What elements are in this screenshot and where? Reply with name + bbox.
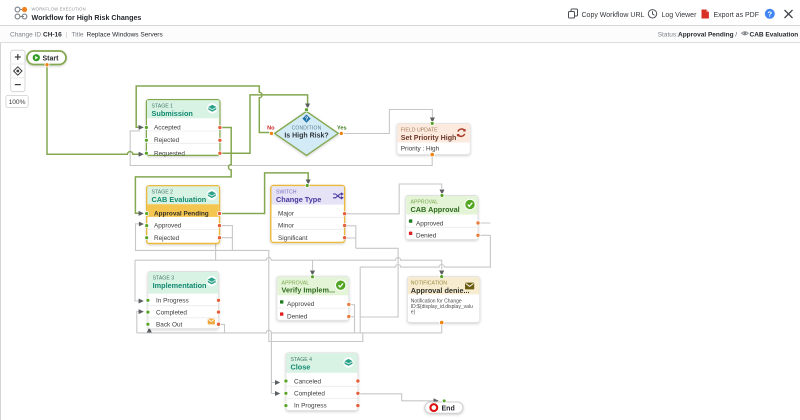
svg-text:In Progress: In Progress	[156, 298, 189, 305]
svg-text:Replace Windows Servers: Replace Windows Servers	[87, 32, 164, 39]
svg-text:Status:: Status:	[658, 32, 678, 39]
svg-text:Workflow for High Risk Changes: Workflow for High Risk Changes	[32, 14, 142, 22]
svg-text:Close: Close	[291, 362, 311, 371]
svg-text:Approval Pending: Approval Pending	[678, 32, 734, 39]
svg-text:/: /	[735, 32, 737, 39]
svg-text:Set Priority High: Set Priority High	[401, 134, 457, 142]
svg-text:Yes: Yes	[337, 125, 347, 131]
svg-text:Log Viewer: Log Viewer	[662, 12, 698, 19]
svg-text:Denied: Denied	[416, 233, 437, 240]
svg-text:Canceled: Canceled	[294, 378, 321, 385]
svg-text:?: ?	[305, 117, 308, 123]
svg-text:Change Type: Change Type	[276, 195, 321, 204]
svg-text:|: |	[66, 32, 68, 39]
svg-text:Is High Risk?: Is High Risk?	[284, 133, 328, 140]
svg-text:CAB Evaluation: CAB Evaluation	[152, 195, 207, 204]
svg-text:Title: Title	[72, 32, 84, 39]
svg-text:Priority : High: Priority : High	[401, 145, 440, 152]
svg-text:CH-16: CH-16	[43, 32, 62, 39]
svg-text:Rejected: Rejected	[154, 235, 180, 242]
svg-text:Verify Implem...: Verify Implem...	[282, 286, 336, 295]
svg-text:Approved: Approved	[287, 301, 315, 308]
svg-text:Minor: Minor	[278, 223, 295, 230]
svg-text:Accepted: Accepted	[154, 125, 181, 132]
svg-text:Approved: Approved	[154, 223, 182, 230]
svg-text:Submission: Submission	[152, 109, 193, 118]
svg-text:CAB Evaluation: CAB Evaluation	[750, 32, 799, 39]
svg-text:ID:${display_id.display_valu: ID:${display_id.display_valu	[411, 304, 473, 310]
svg-text:CAB Approval: CAB Approval	[411, 205, 460, 214]
svg-text:Rejected: Rejected	[154, 137, 180, 144]
svg-text:Requested: Requested	[154, 150, 185, 157]
svg-text:In Progress: In Progress	[294, 403, 327, 410]
svg-text:FIELD UPDATE: FIELD UPDATE	[401, 127, 438, 133]
svg-text:Change ID: Change ID	[10, 32, 41, 39]
svg-text:End: End	[442, 405, 455, 412]
svg-text:WORKFLOW EXECUTION: WORKFLOW EXECUTION	[32, 6, 86, 11]
svg-text:Completed: Completed	[294, 390, 325, 397]
svg-text:Completed: Completed	[156, 310, 187, 317]
svg-text:Denied: Denied	[287, 313, 308, 320]
svg-text:100%: 100%	[9, 99, 26, 106]
svg-text:Approved: Approved	[416, 220, 444, 227]
svg-text:Approval Pending: Approval Pending	[154, 211, 209, 218]
svg-text:Implementation: Implementation	[153, 281, 207, 290]
svg-text:Copy Workflow URL: Copy Workflow URL	[582, 12, 645, 19]
svg-text:Start: Start	[43, 55, 60, 62]
svg-text:Significant: Significant	[278, 235, 308, 242]
svg-text:Back Out: Back Out	[156, 322, 183, 329]
svg-text:Major: Major	[278, 211, 295, 218]
svg-text:?: ?	[767, 10, 772, 19]
svg-text:Export as PDF: Export as PDF	[714, 12, 760, 19]
svg-text:Approval denie...: Approval denie...	[411, 286, 470, 295]
svg-text:No: No	[267, 125, 275, 131]
svg-text:CONDITION: CONDITION	[292, 126, 322, 132]
svg-text:e}: e}	[411, 309, 416, 315]
